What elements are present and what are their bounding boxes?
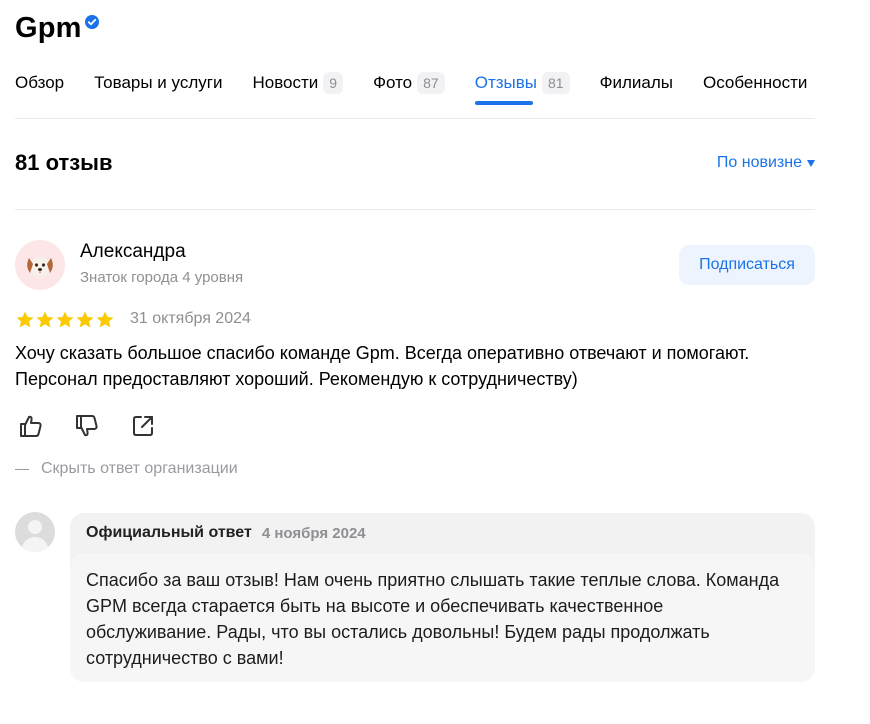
tab-label: Новости [252, 73, 319, 92]
tab-count-badge: 81 [542, 72, 570, 94]
reviews-count: 81 отзыв [15, 150, 113, 175]
star-icon [76, 311, 94, 328]
tab-label: Фото [373, 73, 413, 92]
hide-reply-label: Скрыть ответ организации [41, 460, 238, 477]
tab-news[interactable]: Новости 9 [252, 70, 344, 96]
tab-count-badge: 9 [323, 72, 344, 94]
divider [15, 118, 815, 119]
author-level: Знаток города 4 уровня [80, 269, 244, 286]
share-button[interactable] [127, 410, 159, 442]
review-author[interactable]: Александра [80, 241, 186, 263]
reply-label: Официальный ответ [86, 524, 252, 541]
subscribe-button[interactable]: Подписаться [679, 245, 815, 285]
tab-features[interactable]: Особенности [703, 70, 807, 96]
tab-bar: Обзор Товары и услуги Новости 9 Фото 87 От… [15, 70, 855, 118]
tab-branches[interactable]: Филиалы [600, 70, 673, 96]
sort-dropdown[interactable]: По новизне [717, 154, 815, 172]
reply-header: Официальный ответ 4 ноября 2024 [70, 513, 815, 553]
star-rating [15, 310, 115, 330]
reply-text: Спасибо за ваш отзыв! Нам очень приятно … [86, 570, 780, 668]
divider [15, 209, 815, 210]
active-tab-indicator [474, 101, 533, 105]
tab-count-badge: 87 [417, 72, 445, 94]
tab-reviews[interactable]: Отзывы 81 [474, 70, 570, 105]
star-icon [56, 311, 74, 328]
avatar[interactable] [15, 240, 65, 290]
person-silhouette-icon [21, 520, 49, 552]
reply-body: Спасибо за ваш отзыв! Нам очень приятно … [70, 553, 815, 682]
dislike-button[interactable] [71, 410, 103, 442]
caret-down-icon [807, 159, 815, 167]
like-icon [20, 415, 42, 437]
share-icon [133, 416, 153, 436]
tab-overview[interactable]: Обзор [15, 70, 64, 96]
like-button[interactable] [15, 410, 47, 442]
star-icon [16, 311, 34, 328]
dislike-icon [76, 415, 98, 437]
tab-label: Обзор [15, 73, 65, 92]
star-icon [36, 311, 54, 328]
dash-icon [15, 468, 29, 470]
hide-reply-toggle[interactable]: Скрыть ответ организации [15, 460, 238, 478]
org-avatar [15, 512, 55, 552]
org-title: Gpm [15, 12, 82, 44]
org-header: Gpm [15, 12, 99, 45]
puppy-avatar-icon [27, 257, 53, 277]
star-icon [96, 311, 114, 328]
reply-date: 4 ноября 2024 [261, 524, 366, 542]
verified-check-icon [84, 15, 99, 29]
tab-goods-services[interactable]: Товары и услуги [94, 70, 222, 96]
review-actions [15, 410, 183, 442]
tab-label: Товары и услуги [94, 73, 223, 92]
official-reply: Официальный ответ 4 ноября 2024 Спасибо … [70, 513, 815, 682]
tab-label: Отзывы [474, 73, 537, 92]
tab-label: Особенности [703, 73, 808, 92]
tab-photos[interactable]: Фото 87 [373, 70, 445, 96]
review-text: Хочу сказать большое спасибо команде Gpm… [15, 343, 750, 389]
sort-label: По новизне [716, 154, 802, 171]
tab-label: Филиалы [599, 73, 674, 92]
review-date: 31 октября 2024 [130, 310, 251, 327]
